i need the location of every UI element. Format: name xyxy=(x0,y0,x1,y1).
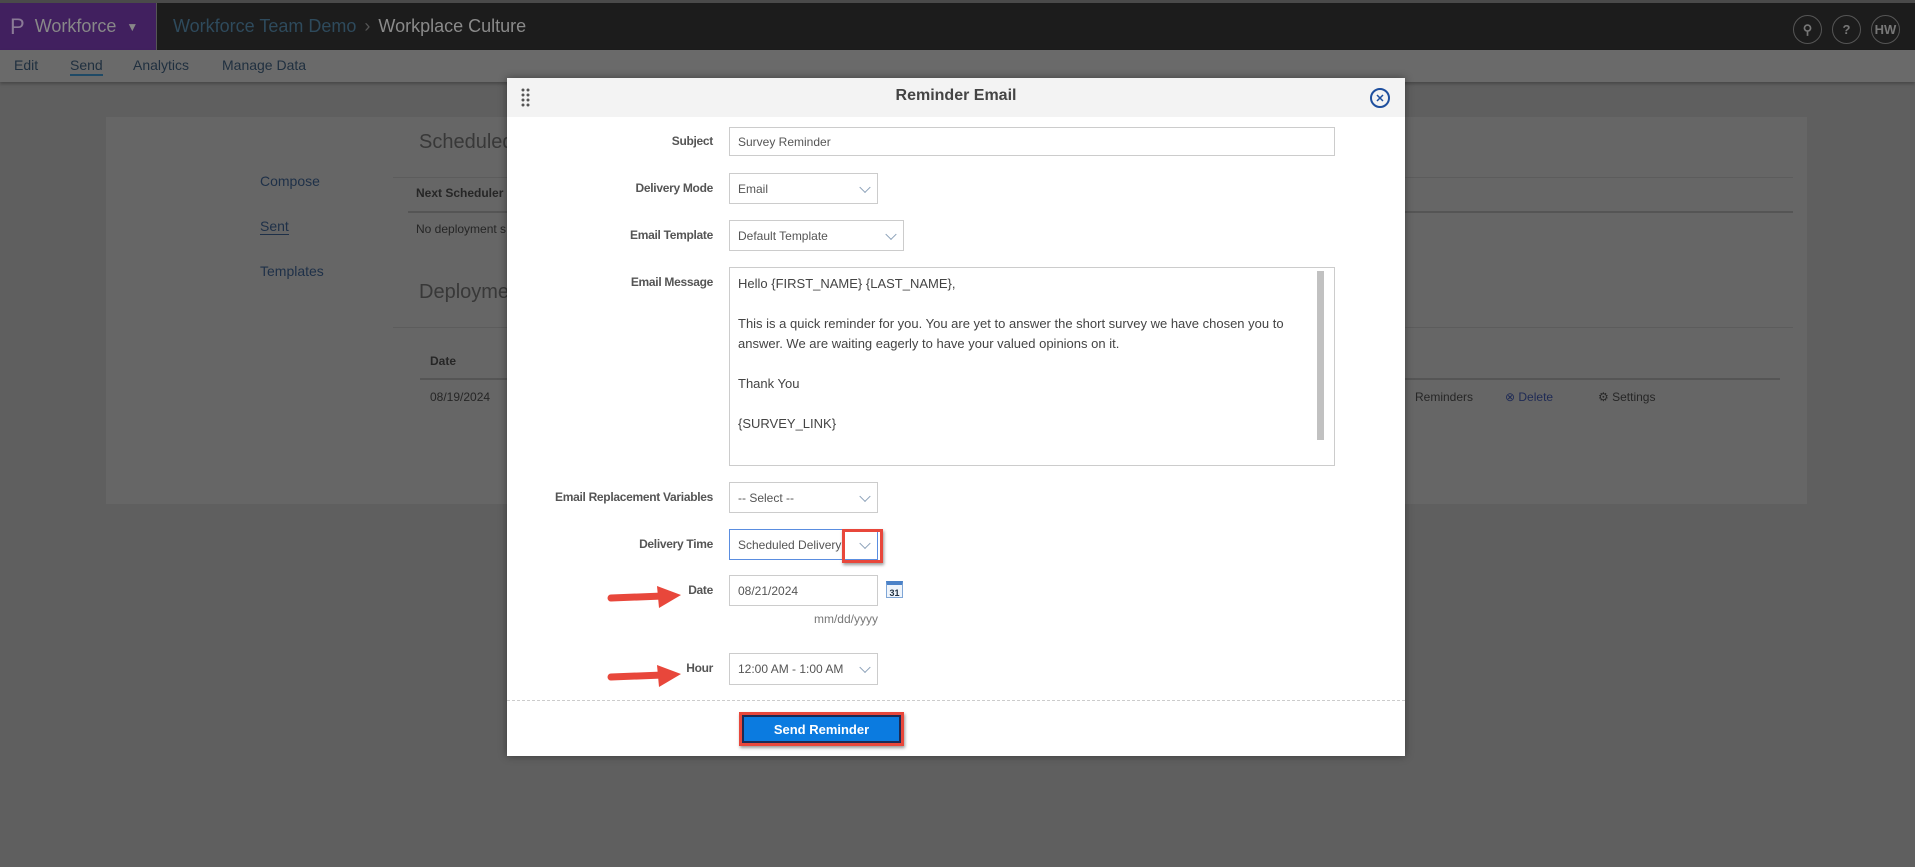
annotation-arrow-hour xyxy=(607,665,681,687)
logo-icon: Р xyxy=(10,13,25,39)
email-template-label: Email Template xyxy=(630,228,713,242)
settings-link[interactable]: ⚙ Settings xyxy=(1598,390,1655,404)
sidebar-item-templates[interactable]: Templates xyxy=(260,263,324,279)
send-reminder-button[interactable]: Send Reminder xyxy=(739,712,904,746)
subject-label: Subject xyxy=(671,134,714,148)
annotation-highlight-box xyxy=(842,529,883,563)
nav-manage-data[interactable]: Manage Data xyxy=(222,57,306,73)
app-name: Workforce xyxy=(34,16,117,36)
delivery-time-value: Scheduled Delivery xyxy=(738,537,842,552)
delete-icon: ⊗ xyxy=(1505,390,1519,404)
dialog-header: Reminder Email ✕ xyxy=(507,78,1405,117)
date-format-hint: mm/dd/yyyy xyxy=(813,612,878,626)
settings-label: Settings xyxy=(1612,390,1656,404)
breadcrumb-project[interactable]: Workforce Team Demo xyxy=(173,16,356,36)
replacement-variables-select[interactable]: -- Select -- xyxy=(729,482,878,513)
delivery-mode-value: Email xyxy=(738,181,769,196)
replacement-variables-value: -- Select -- xyxy=(738,490,795,505)
hour-select[interactable]: 12:00 AM - 1:00 AM xyxy=(729,653,878,685)
breadcrumb: Workforce Team Demo › Workplace Culture xyxy=(173,16,526,37)
date-header: Date xyxy=(430,354,457,368)
nav-analytics[interactable]: Analytics xyxy=(133,57,189,73)
annotation-arrow-date xyxy=(607,586,681,608)
delivery-mode-select[interactable]: Email xyxy=(729,173,878,204)
hour-value: 12:00 AM - 1:00 AM xyxy=(738,662,844,676)
no-deployment-text: No deployment s xyxy=(416,222,507,236)
email-template-select[interactable]: Default Template xyxy=(729,220,904,251)
subject-input[interactable]: Survey Reminder xyxy=(729,127,1335,156)
textarea-scrollbar[interactable] xyxy=(1317,271,1324,440)
dialog-title: Reminder Email xyxy=(895,87,1017,104)
delivery-mode-label: Delivery Mode xyxy=(635,181,714,195)
avatar[interactable]: HW xyxy=(1871,15,1900,44)
chevron-down-icon xyxy=(885,228,897,240)
calendar-icon[interactable]: 31 xyxy=(886,581,903,598)
row-date: 08/19/2024 xyxy=(430,390,491,404)
breadcrumb-survey: Workplace Culture xyxy=(378,16,527,36)
chevron-right-icon: › xyxy=(364,16,371,36)
nav-send[interactable]: Send xyxy=(70,57,103,76)
email-message-textarea[interactable]: Hello {FIRST_NAME} {LAST_NAME}, This is … xyxy=(729,267,1335,466)
next-scheduler-header: Next Scheduler xyxy=(416,186,504,200)
nav-edit[interactable]: Edit xyxy=(14,57,38,73)
delete-label: Delete xyxy=(1518,390,1554,404)
footer-divider xyxy=(507,700,1405,701)
email-template-value: Default Template xyxy=(738,228,828,243)
replacement-variables-label: Email Replacement Variables xyxy=(555,490,713,504)
delivery-time-label: Delivery Time xyxy=(639,537,713,551)
search-icon[interactable]: ⚲ xyxy=(1793,15,1822,44)
date-input[interactable]: 08/21/2024 xyxy=(729,575,878,606)
close-icon[interactable]: ✕ xyxy=(1370,88,1390,108)
gear-icon: ⚙ xyxy=(1598,390,1613,404)
reminders-link[interactable]: Reminders xyxy=(1415,390,1473,404)
chevron-down-icon xyxy=(859,661,871,674)
chevron-down-icon xyxy=(859,181,871,193)
sidebar-item-compose[interactable]: Compose xyxy=(260,173,320,189)
email-message-label: Email Message xyxy=(630,275,713,289)
deployments-heading: Deploymen xyxy=(419,281,521,303)
delete-link[interactable]: ⊗ Delete xyxy=(1505,390,1553,404)
reminder-email-dialog: Reminder Email ✕ Subject Survey Reminder… xyxy=(507,78,1405,756)
chevron-down-icon xyxy=(859,490,871,502)
caret-down-icon: ▼ xyxy=(126,19,139,34)
sidebar-item-sent[interactable]: Sent xyxy=(260,218,289,235)
help-icon[interactable]: ? xyxy=(1832,15,1861,44)
top-bar: Р Workforce ▼ Workforce Team Demo › Workpl… xyxy=(0,0,1915,50)
app-switcher[interactable]: Р Workforce ▼ xyxy=(0,3,157,50)
scheduled-heading: Scheduled xyxy=(419,131,514,153)
